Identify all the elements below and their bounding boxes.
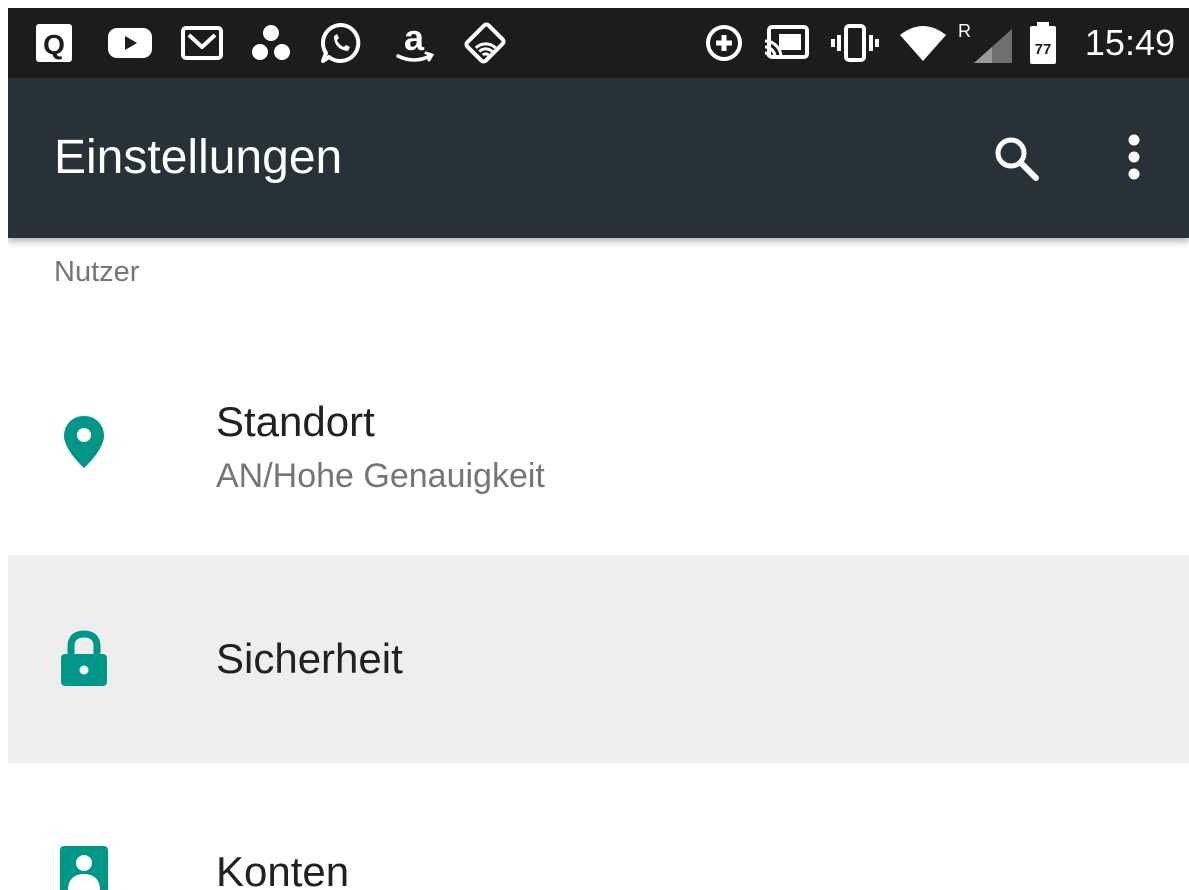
settings-item-title: Sicherheit (216, 635, 403, 682)
signal-roaming-icon: R (952, 21, 1016, 64)
page-title: Einstellungen (54, 131, 343, 184)
app-toolbar: Einstellungen (8, 78, 1189, 238)
status-bar: Q a R 77 15:49 (8, 8, 1189, 78)
search-icon (995, 137, 1039, 181)
search-button[interactable] (986, 128, 1046, 188)
svg-text:77: 77 (1035, 41, 1052, 58)
svg-text:R: R (958, 21, 971, 41)
settings-item-title: Konten (216, 848, 350, 890)
cast-tag-icon (462, 22, 508, 64)
settings-item-accounts[interactable]: Konten (8, 766, 1189, 890)
svg-text:a: a (404, 20, 425, 58)
svg-text:Q: Q (43, 29, 65, 60)
youtube-icon (106, 22, 154, 64)
gmail-icon (180, 22, 224, 64)
vibrate-icon (830, 22, 880, 64)
settings-item-security[interactable]: Sicherheit (8, 555, 1189, 763)
amazon-icon: a (392, 20, 438, 64)
lock-icon (54, 629, 114, 689)
settings-list: Nutzer Standort AN/Hohe Genauigkeit Sich… (8, 238, 1189, 890)
q-app-icon: Q (34, 22, 74, 64)
status-time: 15:49 (1084, 22, 1175, 63)
cast-icon (762, 22, 812, 64)
data-saver-icon (702, 22, 746, 64)
whatsapp-icon (318, 22, 364, 64)
account-box-icon (54, 840, 114, 890)
settings-item-summary: AN/Hohe Genauigkeit (216, 457, 545, 495)
location-pin-icon (54, 412, 114, 472)
section-header: Nutzer (54, 256, 140, 288)
more-vert-icon (1128, 134, 1140, 180)
settings-item-title: Standort (216, 398, 375, 445)
wifi-icon (898, 22, 948, 64)
cluster-dots-icon (250, 22, 292, 64)
settings-screen: Q a R 77 15:49 Einstellungen Nutzer Stan… (8, 8, 1189, 890)
settings-item-location[interactable]: Standort AN/Hohe Genauigkeit (8, 326, 1189, 552)
battery-icon: 77 (1026, 22, 1060, 64)
overflow-menu-button[interactable] (1104, 128, 1164, 188)
